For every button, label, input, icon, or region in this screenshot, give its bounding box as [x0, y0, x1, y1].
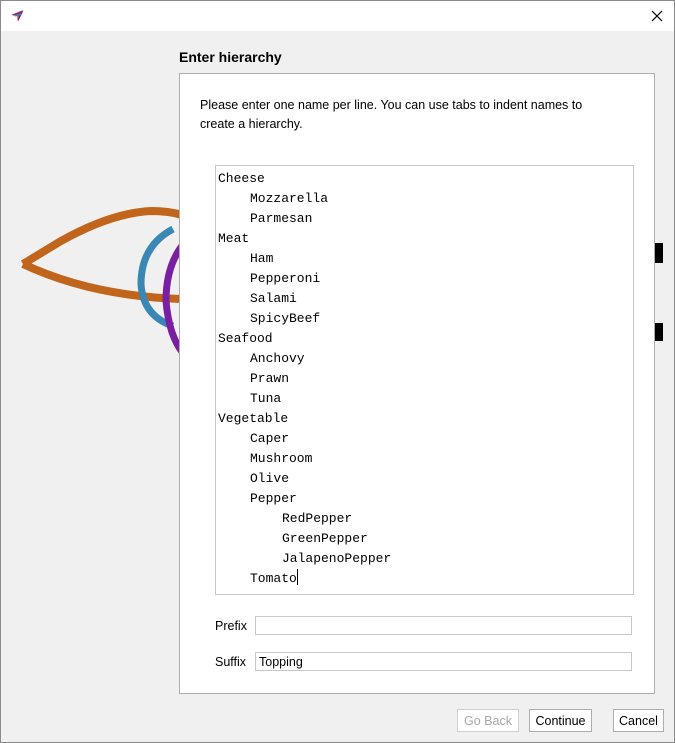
suffix-input[interactable]: Topping: [255, 652, 632, 671]
hierarchy-line: Prawn: [250, 371, 290, 386]
app-logo-icon: [11, 10, 24, 22]
hierarchy-line: Cheese: [218, 171, 265, 186]
hierarchy-line: SpicyBeef: [250, 311, 321, 326]
prefix-label: Prefix: [215, 619, 247, 633]
cancel-button[interactable]: Cancel: [613, 709, 664, 732]
close-icon: [651, 10, 663, 22]
hierarchy-line: Vegetable: [218, 411, 289, 426]
continue-button[interactable]: Continue: [529, 709, 592, 732]
hierarchy-line: Tomato: [250, 569, 298, 586]
title-bar: [1, 1, 674, 31]
hierarchy-line: Seafood: [218, 331, 273, 346]
hierarchy-line: Meat: [218, 231, 250, 246]
close-button[interactable]: [640, 1, 674, 31]
hierarchy-line: Parmesan: [250, 211, 313, 226]
hierarchy-line: Mushroom: [250, 451, 313, 466]
hierarchy-line: Tuna: [250, 391, 282, 406]
hierarchy-line: Ham: [250, 251, 274, 266]
instructions-text: Please enter one name per line. You can …: [200, 98, 583, 131]
dialog-window: Enter hierarchy Please enter one name pe…: [0, 0, 675, 743]
hierarchy-textarea[interactable]: Cheese Mozzarella Parmesan Meat Ham Pepperoni…: [215, 165, 634, 595]
hierarchy-line: Anchovy: [250, 351, 305, 366]
hierarchy-line: Caper: [250, 431, 290, 446]
hierarchy-line: JalapenoPepper: [282, 551, 392, 566]
suffix-label: Suffix: [215, 655, 247, 669]
hierarchy-line: Pepperoni: [250, 271, 321, 286]
go-back-button[interactable]: Go Back: [457, 709, 519, 732]
text-caret: [296, 569, 298, 585]
hierarchy-panel: Please enter one name per line. You can …: [179, 73, 655, 694]
hierarchy-line: RedPepper: [282, 511, 353, 526]
hierarchy-line: GreenPepper: [282, 531, 368, 546]
dialog-title: Enter hierarchy: [179, 49, 282, 65]
hierarchy-line: Pepper: [250, 491, 297, 506]
prefix-input[interactable]: [255, 616, 632, 635]
hierarchy-line: Olive: [250, 471, 290, 486]
hierarchy-line: Salami: [250, 291, 297, 306]
hierarchy-line: Mozzarella: [250, 191, 329, 206]
